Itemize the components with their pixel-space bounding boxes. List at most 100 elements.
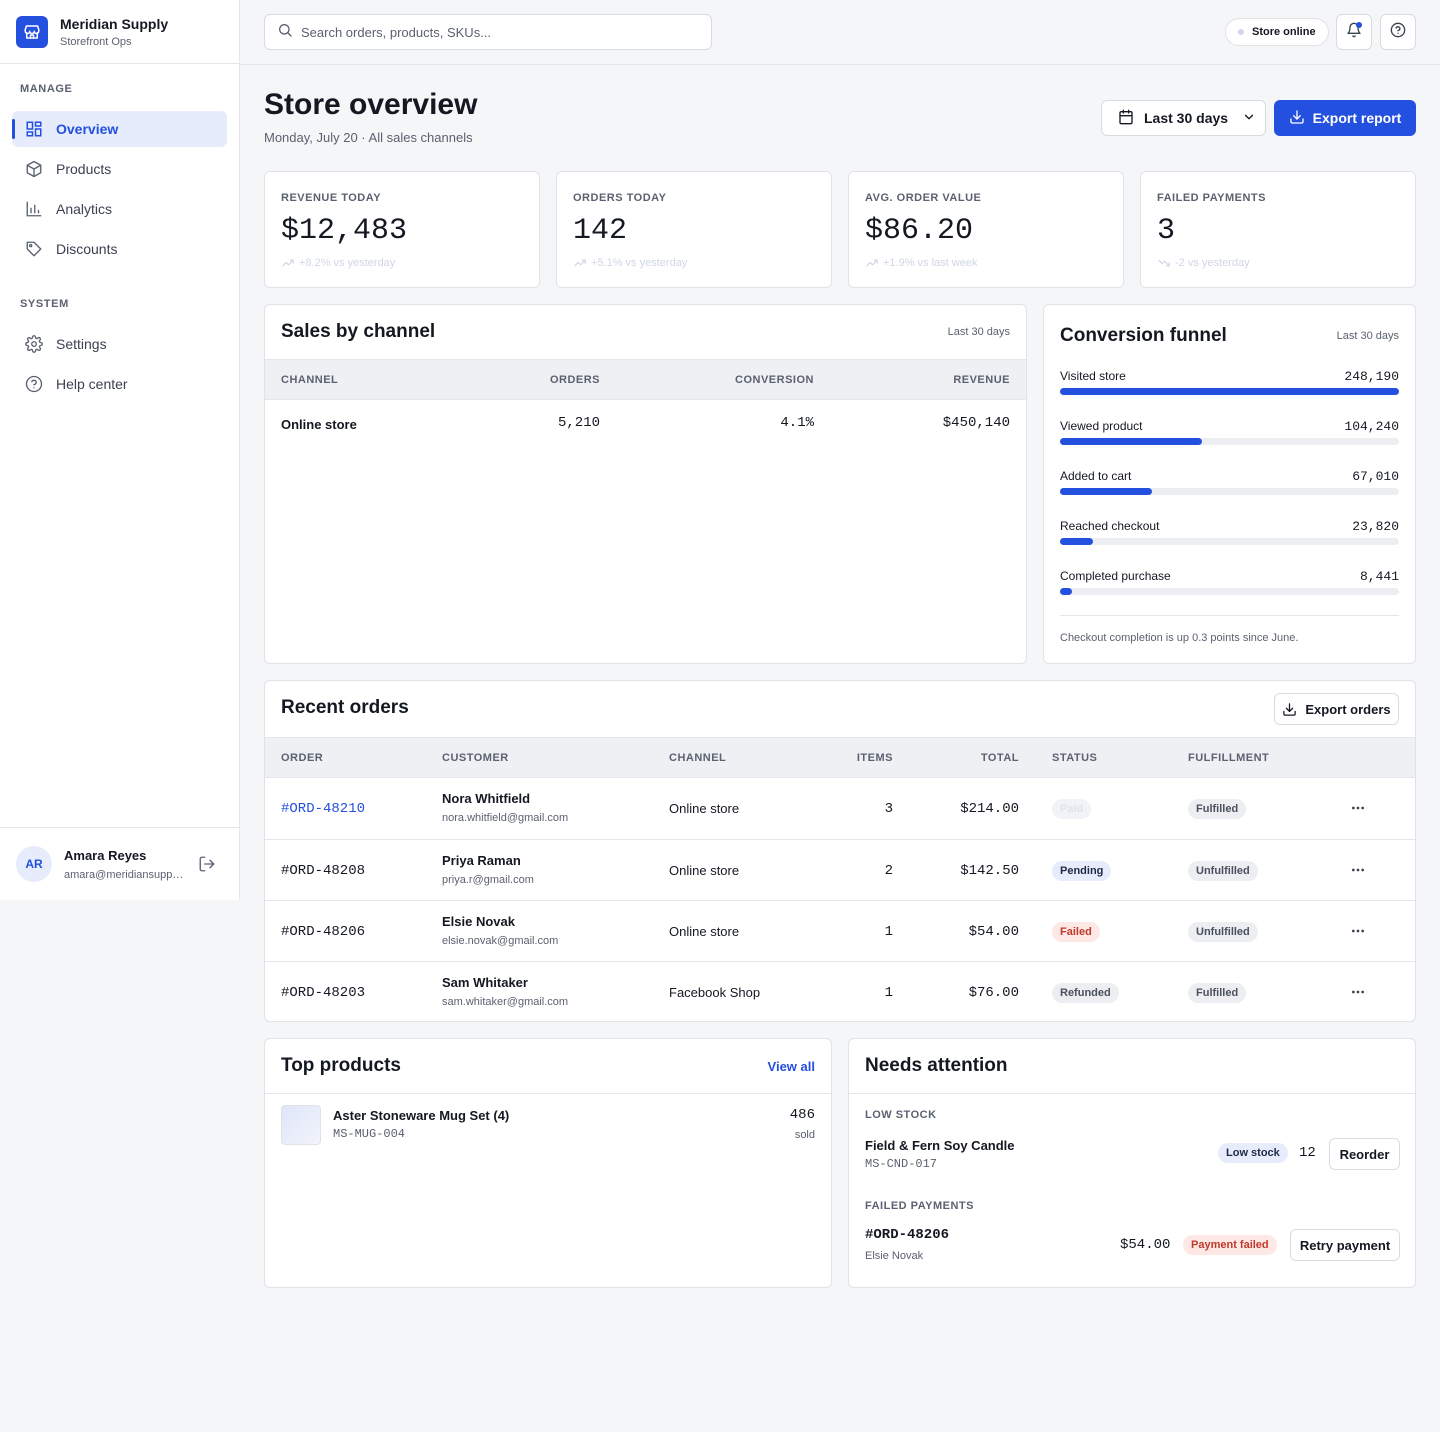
- order-channel: Online store: [669, 863, 740, 878]
- retry-payment-button[interactable]: Retry payment: [1290, 1229, 1400, 1261]
- view-all-link[interactable]: View all: [768, 1059, 815, 1074]
- page-title: Store overview: [264, 88, 478, 121]
- product-name: Aster Stoneware Mug Set (4): [333, 1108, 510, 1123]
- funnel-bar: [1060, 538, 1093, 545]
- trend-up-icon: [282, 259, 294, 267]
- export-orders-button[interactable]: Export orders: [1274, 693, 1399, 725]
- logout-icon[interactable]: [198, 855, 216, 878]
- topbar: Store online: [240, 0, 1440, 65]
- funnel-track: [1060, 588, 1399, 595]
- section-label: FAILED PAYMENTS: [865, 1200, 974, 1212]
- funnel-step: Reached checkout 23,820: [1060, 519, 1399, 545]
- column-header: STATUS: [1052, 752, 1098, 764]
- product-sold-label: sold: [794, 1129, 815, 1141]
- status-badge: Paid: [1052, 798, 1092, 819]
- kpi-label: REVENUE TODAY: [281, 192, 382, 204]
- kpi-card-revenue: REVENUE TODAY $12,483 +8.2% vs yesterday: [264, 171, 540, 288]
- sidebar-item-discounts[interactable]: Discounts: [12, 231, 227, 267]
- order-id-link[interactable]: #ORD-48210: [281, 778, 365, 839]
- help-icon: [1390, 22, 1406, 43]
- search-input[interactable]: [301, 24, 701, 40]
- page-subtitle: Monday, July 20 · All sales channels: [264, 130, 473, 145]
- order-channel: Online store: [669, 801, 740, 816]
- more-actions-icon[interactable]: [1350, 984, 1366, 1005]
- sidebar-item-label: Help center: [56, 376, 128, 392]
- customer-name: Sam Whitaker: [442, 975, 528, 990]
- funnel-step: Visited store 248,190: [1060, 369, 1399, 395]
- more-actions-icon[interactable]: [1350, 862, 1366, 883]
- reorder-button[interactable]: Reorder: [1329, 1138, 1400, 1170]
- table-row[interactable]: #ORD-48210 Nora Whitfield nora.whitfield…: [265, 778, 1415, 839]
- search-bar[interactable]: [264, 14, 712, 50]
- column-header: ORDER: [281, 752, 324, 764]
- funnel-step: Completed purchase 8,441: [1060, 569, 1399, 595]
- sidebar: Meridian Supply Storefront Ops MANAGE Ov…: [0, 0, 240, 900]
- funnel-step-label: Completed purchase: [1060, 569, 1171, 583]
- kpi-card-aov: AVG. ORDER VALUE $86.20 +1.9% vs last we…: [848, 171, 1124, 288]
- list-item[interactable]: Aster Stoneware Mug Set (4) MS-MUG-004 4…: [265, 1093, 831, 1157]
- avatar[interactable]: AR: [16, 846, 52, 882]
- funnel-note: Checkout completion is up 0.3 points sin…: [1060, 632, 1299, 644]
- export-report-button[interactable]: Export report: [1274, 100, 1416, 136]
- download-icon: [1289, 109, 1305, 128]
- kpi-delta: -2 vs yesterday: [1157, 256, 1399, 270]
- table-row[interactable]: #ORD-48208 Priya Raman priya.r@gmail.com…: [265, 839, 1415, 900]
- customer-email: nora.whitfield@gmail.com: [442, 812, 569, 824]
- customer-email: sam.whitaker@gmail.com: [442, 996, 569, 1008]
- failed-customer-name: Elsie Novak: [865, 1250, 924, 1262]
- order-id[interactable]: #ORD-48208: [281, 840, 365, 901]
- store-logo-icon: [16, 15, 48, 48]
- card-title: Sales by channel: [281, 321, 436, 342]
- tag-icon: [24, 239, 44, 259]
- kpi-value: 142: [573, 214, 628, 248]
- order-total: $142.50: [960, 862, 1019, 879]
- user-name: Amara Reyes: [64, 847, 147, 863]
- funnel-step: Viewed product 104,240: [1060, 419, 1399, 445]
- customer: Priya Raman priya.r@gmail.com: [442, 853, 534, 886]
- low-stock-product-name: Field & Fern Soy Candle: [865, 1138, 1015, 1153]
- sidebar-item-label: Products: [56, 161, 112, 177]
- funnel-bar: [1060, 488, 1152, 495]
- trend-up-icon: [866, 259, 878, 267]
- sidebar-item-overview[interactable]: Overview: [12, 111, 227, 147]
- more-actions-icon[interactable]: [1350, 800, 1366, 821]
- payment-failed-badge: Payment failed: [1183, 1235, 1277, 1255]
- order-id[interactable]: #ORD-48203: [281, 962, 365, 1021]
- funnel-step-value: 104,240: [1344, 419, 1399, 434]
- order-channel: Online store: [669, 924, 740, 939]
- recent-orders-card: Recent orders Export orders ORDER CUSTOM…: [264, 680, 1416, 1022]
- status-badge: Pending: [1052, 860, 1112, 881]
- more-actions-icon[interactable]: [1350, 923, 1366, 944]
- low-stock-sku: MS-CND-017: [865, 1157, 938, 1171]
- kpi-delta: +8.2% vs yesterday: [281, 256, 523, 270]
- table-row[interactable]: #ORD-48203 Sam Whitaker sam.whitaker@gma…: [265, 961, 1415, 1021]
- date-range-select[interactable]: Last 30 days: [1101, 100, 1266, 136]
- kpi-delta: +1.9% vs last week: [865, 256, 1107, 270]
- order-id[interactable]: #ORD-48206: [281, 901, 365, 962]
- sidebar-item-help-center[interactable]: Help center: [12, 366, 227, 402]
- kpi-card-failed-payments: FAILED PAYMENTS 3 -2 vs yesterday: [1140, 171, 1416, 288]
- fulfillment-badge: Fulfilled: [1188, 982, 1247, 1003]
- download-icon: [1282, 702, 1297, 717]
- store-status-badge: Store online: [1225, 18, 1329, 46]
- divider: [1060, 615, 1399, 616]
- failed-order-id[interactable]: #ORD-48206: [865, 1227, 949, 1243]
- sidebar-item-settings[interactable]: Settings: [12, 326, 227, 362]
- sidebar-item-products[interactable]: Products: [12, 151, 227, 187]
- table-row[interactable]: #ORD-48206 Elsie Novak elsie.novak@gmail…: [265, 900, 1415, 961]
- channel-orders: 5,210: [557, 415, 600, 431]
- sidebar-item-analytics[interactable]: Analytics: [12, 191, 227, 227]
- order-items: 2: [884, 862, 893, 879]
- help-button[interactable]: [1380, 14, 1416, 50]
- column-header: CHANNEL: [669, 752, 727, 764]
- kpi-value: $86.20: [865, 214, 974, 248]
- funnel-step-value: 8,441: [1359, 569, 1399, 584]
- funnel-bar: [1060, 388, 1399, 395]
- order-items: 1: [884, 984, 893, 1001]
- divider: [849, 1093, 1415, 1094]
- product-thumbnail: [281, 1105, 321, 1145]
- order-total: $54.00: [968, 923, 1019, 940]
- kpi-card-orders: ORDERS TODAY 142 +5.1% vs yesterday: [556, 171, 832, 288]
- funnel-bar: [1060, 438, 1202, 445]
- notifications-button[interactable]: [1336, 14, 1372, 50]
